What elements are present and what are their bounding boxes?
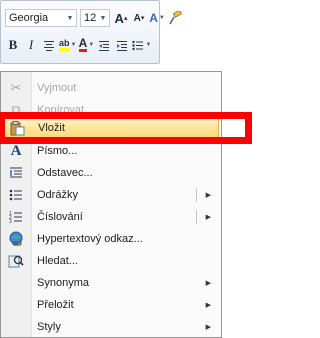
menu-item-search[interactable]: Hledat... [3,250,219,272]
research-icon [3,250,29,272]
menu-item-hyperlink[interactable]: Hypertextový odkaz... [3,228,219,250]
menu-item-label: Synonyma [37,277,89,289]
chevron-right-icon[interactable]: ▶ [206,301,211,309]
toolbar-row-2: B I ab ▼ A ▼ ▼ [5,34,153,56]
italic-button[interactable]: I [23,35,39,55]
format-painter-icon [169,11,182,25]
decrease-indent-icon [99,40,110,51]
text-styles-icon: A [149,11,158,25]
grow-font-button[interactable]: A ▴ [113,8,129,28]
font-color-icon: A [78,36,88,52]
increase-indent-button[interactable] [114,35,130,55]
menu-item-styles[interactable]: Styly ▶ [3,316,219,338]
menu-item-bullets[interactable]: Odrážky ▶ [3,184,219,206]
mini-toolbar: Georgia ▼ 12 ▼ A ▴ A ▾ A ▼ B I ab ▼ A ▼ … [0,0,182,64]
shrink-font-button[interactable]: A ▾ [131,8,147,28]
bullet-list-icon [3,184,29,206]
bullets-button[interactable]: ▼ [132,35,151,55]
menu-item-label: Písmo... [37,145,78,157]
menu-item-paragraph[interactable]: Odstavec... [3,162,219,184]
decrease-indent-button[interactable] [96,35,112,55]
menu-item-label: Hledat... [37,255,78,267]
menu-item-synonyms[interactable]: Synonyma ▶ [3,272,219,294]
toolbar-row-1: Georgia ▼ 12 ▼ A ▴ A ▾ A ▼ [5,7,185,29]
menu-item-cut[interactable]: ✂ Vyjmout [3,77,219,99]
highlighter-icon: ab [59,39,70,51]
highlight-color-button[interactable]: ab ▼ [59,35,76,55]
font-name-combo[interactable]: Georgia ▼ [5,9,77,27]
chevron-right-icon[interactable]: ▶ [206,191,211,199]
menu-item-label: Vyjmout [37,82,77,94]
align-center-icon [44,40,54,51]
font-size-combo[interactable]: 12 ▼ [80,9,110,27]
text-styles-button[interactable]: A ▼ [149,8,165,28]
font-name-value: Georgia [9,12,49,24]
blank-icon [3,272,29,294]
bullet-list-icon [132,40,144,50]
menu-item-label: Číslování [37,211,83,223]
menu-item-numbering[interactable]: 1 2 3 Číslování ▶ [3,206,219,228]
menu-item-label: Odrážky [37,189,78,201]
menu-item-translate[interactable]: Přeložit ▶ [3,294,219,316]
chevron-down-icon[interactable]: ▼ [97,15,109,22]
chevron-down-icon[interactable]: ▼ [64,15,76,22]
font-size-value: 12 [84,12,97,24]
align-center-button[interactable] [41,35,57,55]
scissors-icon: ✂ [10,80,22,95]
chevron-right-icon[interactable]: ▶ [206,279,211,287]
menu-item-label: Odstavec... [37,167,93,179]
bold-button[interactable]: B [5,35,21,55]
highlight-callout-box [0,112,252,144]
menu-item-label: Přeložit [37,299,74,311]
numbered-list-icon: 1 2 3 [3,206,29,228]
menu-item-label: Styly [37,321,61,333]
chevron-right-icon[interactable]: ▶ [206,323,211,331]
format-painter-button[interactable] [167,8,183,28]
hyperlink-icon [3,228,29,250]
shrink-font-icon: A [133,12,141,24]
blank-icon [3,294,29,316]
blank-icon [3,316,29,338]
submenu-divider [196,188,197,202]
submenu-divider [196,210,197,224]
paragraph-icon [3,162,29,184]
chevron-right-icon[interactable]: ▶ [206,213,211,221]
font-color-button[interactable]: A ▼ [78,35,94,55]
increase-indent-icon [117,40,128,51]
menu-item-label: Hypertextový odkaz... [37,233,143,245]
svg-text:3: 3 [9,219,12,224]
grow-font-icon: A [114,10,124,26]
